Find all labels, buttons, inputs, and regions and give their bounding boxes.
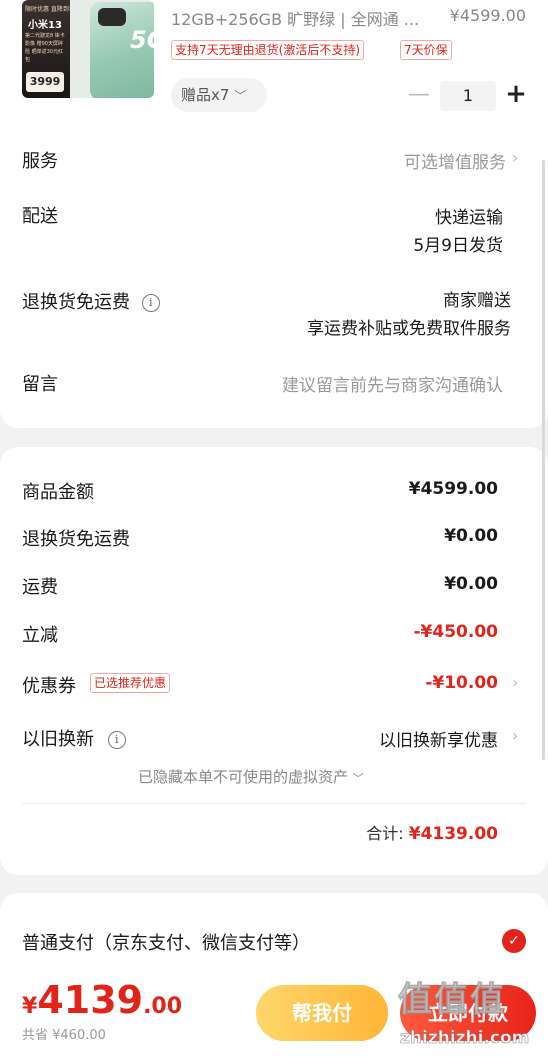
price-summary-card — [0, 447, 548, 875]
payment-method-label[interactable]: 普通支付（京东支付、微信支付等） — [22, 929, 310, 955]
scrollbar[interactable] — [542, 160, 545, 760]
phone-image: 5G — [90, 2, 154, 98]
delivery-date[interactable]: 5月9日发货 — [413, 231, 503, 256]
gifts-dropdown[interactable]: 赠品x7 ﹀ — [171, 78, 267, 112]
summary-divider — [22, 803, 526, 804]
watermark-logo: 值值值 — [398, 980, 506, 1021]
promo-box: 限时优惠 直降到手 小米13 第二代骁龙8 徕卡影像 赠90天屏碎险 晒单返30… — [22, 0, 75, 98]
trade-in-chevron-right-icon[interactable]: › — [512, 726, 518, 745]
saved-amount: 共省 ¥460.00 — [22, 1028, 106, 1043]
total-value: ¥4139.00 — [408, 824, 498, 844]
currency-symbol: ¥ — [22, 994, 38, 1019]
promo-price: 3999 — [26, 72, 64, 92]
message-label: 留言 — [22, 374, 58, 395]
return-shipping-desc: 享运费补贴或免费取件服务 — [307, 319, 511, 339]
quantity-decrease-button[interactable]: — — [406, 82, 432, 108]
help-pay-button[interactable]: 帮我付 — [256, 985, 388, 1041]
price-protect-tag: 7天价保 — [400, 40, 452, 60]
discount-value: -¥450.00 — [413, 622, 499, 642]
hidden-assets-toggle[interactable]: 已隐藏本单不可使用的虚拟资产 ﹀ — [138, 766, 364, 787]
total-label: 合计: — [366, 824, 404, 843]
final-price: ¥4139.00 — [22, 978, 182, 1022]
return-fee-label: 退换货免运费 — [22, 529, 130, 550]
gifts-label: 赠品x7 — [181, 86, 230, 104]
promo-banner-text: 限时优惠 直降到手 — [25, 6, 75, 13]
quantity-input[interactable]: 1 — [440, 81, 496, 111]
goods-amount-value: ¥4599.00 — [408, 479, 498, 499]
promo-features-text: 第二代骁龙8 徕卡影像 赠90天屏碎险 晒单返30元红包 — [25, 33, 65, 63]
discount-label: 立减 — [22, 625, 58, 646]
chevron-down-icon: ﹀ — [234, 89, 247, 103]
return-shipping-text: 退换货免运费 — [22, 292, 130, 313]
shipping-label: 运费 — [22, 577, 58, 598]
info-icon[interactable]: i — [107, 731, 126, 749]
hidden-assets-text: 已隐藏本单不可使用的虚拟资产 — [138, 768, 349, 786]
coupon-chevron-right-icon[interactable]: › — [512, 673, 518, 692]
product-spec[interactable]: 12GB+256GB 旷野绿 | 全网通 ... — [171, 6, 419, 30]
watermark-site: zhizhizhi.com — [400, 1028, 530, 1049]
promo-model-text: 小米13 — [28, 20, 62, 31]
message-input[interactable]: 建议留言前先与商家沟通确认 — [282, 371, 503, 396]
total-row: 合计: ¥4139.00 — [366, 820, 498, 844]
camera-module — [98, 8, 126, 26]
service-chevron-right-icon[interactable]: › — [512, 148, 518, 167]
product-thumbnail[interactable]: 限时优惠 直降到手 小米13 第二代骁龙8 徕卡影像 赠90天屏碎险 晒单返30… — [22, 0, 154, 98]
delivery-method[interactable]: 快递运输 — [435, 203, 503, 228]
phone-5g-badge: 5G — [130, 26, 154, 54]
service-label: 服务 — [22, 151, 58, 172]
return-shipping-label: 退换货免运费 i — [22, 288, 160, 314]
price-integer: 4139 — [37, 978, 144, 1022]
coupon-value[interactable]: -¥10.00 — [425, 673, 498, 693]
chevron-down-icon: ﹀ — [352, 772, 364, 785]
checkmark-icon[interactable]: ✓ — [502, 929, 526, 953]
trade-in-text: 以旧换新 — [22, 729, 94, 750]
quantity-increase-button[interactable]: + — [502, 80, 530, 108]
delivery-label: 配送 — [22, 206, 58, 227]
thumbnail-divider — [70, 0, 90, 98]
coupon-label: 优惠券 — [22, 676, 76, 697]
service-value[interactable]: 可选增值服务 — [404, 148, 506, 173]
trade-in-value[interactable]: 以旧换新享优惠 — [379, 726, 498, 751]
goods-amount-label: 商品金额 — [22, 482, 94, 503]
shipping-value: ¥0.00 — [444, 574, 498, 594]
return-policy-tag: 支持7天无理由退货(激活后不支持) — [171, 40, 364, 60]
order-options-card: 限时优惠 直降到手 小米13 第二代骁龙8 徕卡影像 赠90天屏碎险 晒单返30… — [0, 0, 548, 428]
product-price: ¥4599.00 — [449, 6, 526, 25]
return-shipping-provider: 商家赠送 — [443, 291, 511, 311]
price-decimal: .00 — [143, 994, 183, 1019]
info-icon[interactable]: i — [141, 294, 160, 312]
return-fee-value: ¥0.00 — [444, 526, 498, 546]
coupon-recommended-tag: 已选推荐优惠 — [90, 673, 171, 693]
trade-in-label: 以旧换新 i — [22, 725, 126, 751]
